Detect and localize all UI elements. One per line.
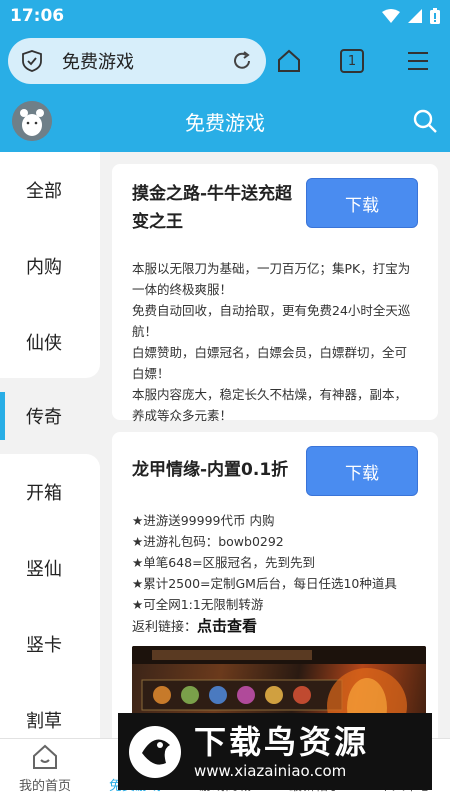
sidebar-item-label: 开箱 (26, 483, 62, 504)
sidebar-item-kaixiang[interactable]: 开箱 (0, 454, 100, 530)
watermark-banner: 下载鸟资源 www.xiazainiao.com (118, 713, 432, 790)
download-button[interactable]: 下载 (306, 446, 418, 496)
sidebar-item-label: 竖卡 (26, 635, 62, 656)
sidebar-item-chuanqi[interactable]: 传奇 (0, 378, 100, 454)
sidebar-item-all[interactable]: 全部 (0, 152, 100, 228)
page-title: 免费游戏 (185, 110, 265, 135)
sidebar-item-label: 内购 (26, 257, 62, 278)
sidebar-item-xianxia[interactable]: 仙侠 (0, 304, 100, 380)
sidebar-item-shuka[interactable]: 竖卡 (0, 606, 100, 682)
address-bar[interactable]: 免费游戏 (8, 38, 266, 84)
desc-line: ★可全网1:1无限制转游 (132, 597, 264, 612)
refresh-icon[interactable] (230, 49, 254, 73)
category-sidebar: 全部 内购 仙侠 传奇 开箱 竖仙 竖卡 割草 (0, 152, 100, 738)
rebate-link[interactable]: 点击查看 (197, 617, 257, 635)
sidebar-item-shuxian[interactable]: 竖仙 (0, 530, 100, 606)
sidebar-item-inapp[interactable]: 内购 (0, 228, 100, 304)
home-icon (33, 744, 57, 769)
app-header: 免费游戏 (0, 90, 450, 152)
download-button[interactable]: 下载 (306, 178, 418, 228)
game-description: ★进游送99999代币 内购 ★进游礼包码：bowb0292 ★单笔648=区服… (132, 510, 418, 615)
sidebar-item-label: 全部 (26, 181, 62, 202)
sidebar-item-label: 竖仙 (26, 559, 62, 580)
desc-line: ★单笔648=区服冠名，先到先到 (132, 555, 316, 570)
tabs-button[interactable]: 1 (340, 49, 364, 73)
sidebar-item-label: 割草 (26, 711, 62, 732)
watermark-text: 下载鸟资源 www.xiazainiao.com (194, 723, 369, 781)
battery-icon (430, 8, 440, 24)
nav-label: 我的首页 (18, 779, 71, 794)
status-time: 17:06 (10, 6, 65, 26)
shield-check-icon (22, 50, 42, 72)
sidebar-group-bottom: 开箱 竖仙 竖卡 割草 (0, 454, 100, 738)
active-indicator (0, 392, 5, 440)
sidebar-item-label: 仙侠 (26, 333, 62, 354)
game-list: 摸金之路-牛牛送充超变之王 下载 本服以无限刀为基础，一刀百万亿；集PK，打宝为… (100, 152, 450, 738)
game-description: 本服以无限刀为基础，一刀百万亿；集PK，打宝为一体的终极爽服！ 免费自动回收，自… (132, 258, 418, 426)
home-icon[interactable] (275, 47, 303, 75)
rebate-link-row: 返利链接：点击查看 (132, 615, 418, 636)
address-text: 免费游戏 (62, 52, 134, 73)
tab-count: 1 (347, 53, 357, 69)
bird-logo-icon (129, 725, 181, 778)
sidebar-group-top: 全部 内购 仙侠 (0, 152, 100, 378)
rebate-link-label: 返利链接： (132, 620, 198, 635)
desc-line: 本服以无限刀为基础，一刀百万亿；集PK，打宝为一体的终极爽服！ (132, 261, 411, 297)
desc-line: 本服内容庞大，稳定长久不枯燥，有神器，副本，养成等众多元素！ (132, 387, 408, 423)
search-icon[interactable] (412, 108, 438, 134)
game-title: 摸金之路-牛牛送充超变之王 (132, 184, 293, 232)
desc-line: 白嫖赞助，白嫖冠名，白嫖会员，白嫖群切，全可白嫖！ (132, 345, 408, 381)
desc-line: ★进游礼包码：bowb0292 (132, 534, 284, 549)
desc-line: ★进游送99999代币 内购 (132, 513, 275, 528)
sidebar-item-label: 传奇 (26, 407, 62, 428)
game-title: 龙甲情缘-内置0.1折 (132, 460, 289, 480)
status-icons (382, 8, 440, 24)
nav-home[interactable]: 我的首页 (0, 739, 90, 800)
browser-toolbar: 免费游戏 1 (0, 32, 450, 90)
bear-avatar-icon (12, 101, 52, 141)
signal-icon (408, 9, 422, 23)
desc-line: 免费自动回收，自动拾取，更有免费24小时全天巡航！ (132, 303, 411, 339)
menu-icon[interactable] (404, 47, 432, 75)
wifi-icon (382, 9, 400, 23)
desc-line: ★累计2500=定制GM后台，每日任选10种道具 (132, 576, 397, 591)
watermark-title: 下载鸟资源 (194, 722, 370, 761)
status-bar: 17:06 (0, 0, 450, 32)
avatar[interactable] (12, 101, 52, 141)
game-card[interactable]: 龙甲情缘-内置0.1折 下载 ★进游送99999代币 内购 ★进游礼包码：bow… (112, 432, 438, 738)
game-card[interactable]: 摸金之路-牛牛送充超变之王 下载 本服以无限刀为基础，一刀百万亿；集PK，打宝为… (112, 164, 438, 423)
watermark-url: www.xiazainiao.com (194, 761, 347, 780)
